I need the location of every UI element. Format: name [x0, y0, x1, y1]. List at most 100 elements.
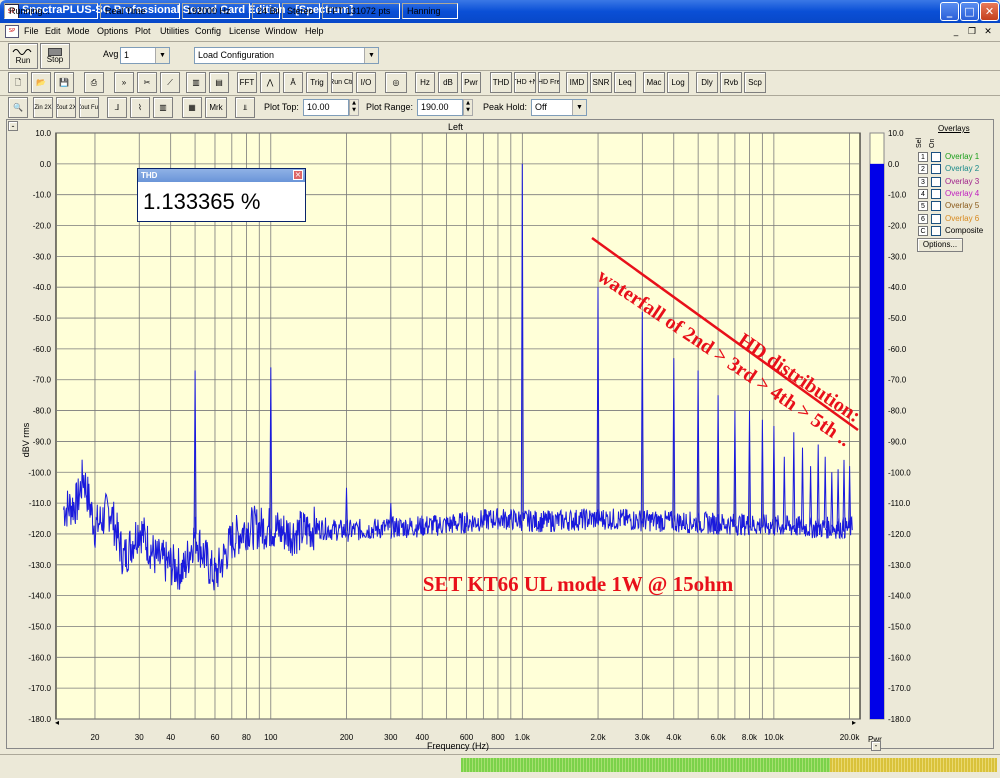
right-tick-label: -60.0	[888, 345, 907, 354]
right-tick-label: -120.0	[888, 530, 911, 539]
overlays-title: Overlays	[938, 124, 970, 133]
x-tick-label: 40	[166, 733, 175, 742]
x-tick-label: 30	[135, 733, 144, 742]
right-tick-labels: 10.0 0.0 -10.0 -20.0 -30.0 -40.0 -50.0 -60.0 -70…	[888, 129, 911, 724]
x-tick-label: 10.0k	[764, 733, 785, 742]
scroll-right-icon: ▸	[852, 718, 856, 727]
x-tick-label: 60	[211, 733, 220, 742]
y-tick-label: 0.0	[40, 160, 52, 169]
options-label: Options...	[922, 240, 958, 249]
thd-caption: THD	[138, 169, 305, 182]
status-fft: FFT 131072 pts	[322, 3, 400, 19]
right-tick-label: 0.0	[888, 160, 900, 169]
y-tick-label: -150.0	[28, 622, 51, 631]
right-tick-label: -80.0	[888, 407, 907, 416]
x-tick-label: 6.0k	[710, 733, 726, 742]
right-tick-label: -150.0	[888, 622, 911, 631]
overlay-label-6: Overlay 6	[945, 213, 980, 223]
sel-label: Sel	[916, 137, 923, 148]
x-tick-label: 20	[91, 733, 100, 742]
y-tick-label: -160.0	[28, 653, 51, 662]
input-level-meter-peak	[830, 758, 997, 772]
y-tick-label: -90.0	[33, 437, 52, 446]
y-tick-label: -110.0	[29, 499, 52, 508]
overlay-select-2[interactable]: 2	[918, 164, 928, 175]
x-tick-label: 8.0k	[742, 733, 758, 742]
overlay-select-6[interactable]: 6	[918, 213, 928, 224]
x-tick-label: 20.0k	[840, 733, 861, 742]
status-window: Hanning	[402, 3, 458, 19]
right-tick-label: -90.0	[888, 437, 907, 446]
right-tick-label: -130.0	[888, 561, 911, 570]
overlay-label-C: Composite	[945, 225, 984, 235]
overlay-checkbox-4[interactable]	[931, 188, 941, 199]
y-tick-label: -140.0	[28, 592, 51, 601]
right-tick-label: -10.0	[888, 191, 907, 200]
y-tick-labels: 10.0 0.0 -10.0 -20.0 -30.0 -40.0 -50.0 -60.0 -70…	[28, 129, 51, 724]
overlay-label-4: Overlay 4	[945, 188, 980, 198]
y-tick-label: -20.0	[33, 222, 52, 231]
x-tick-label: 80	[242, 733, 251, 742]
status-channels: Stereo	[282, 3, 320, 19]
scroll-left-icon: ◂	[55, 718, 59, 727]
overlay-checkbox-3[interactable]	[931, 176, 941, 187]
x-tick-label: 200	[340, 733, 354, 742]
spectraplus-window: SP SpectraPLUS-SC Professional Sound Car…	[0, 0, 1000, 778]
overlay-select-3[interactable]: 3	[918, 176, 928, 187]
overlay-select-5[interactable]: 5	[918, 201, 928, 212]
pwr-meter-fill	[870, 163, 884, 719]
thd-value: 1.133365 %	[143, 189, 261, 214]
y-tick-label: -30.0	[33, 252, 52, 261]
right-tick-label: -170.0	[888, 684, 911, 693]
y-tick-label: -170.0	[28, 684, 51, 693]
status-mode: Real Time	[100, 3, 180, 19]
y-tick-label: -50.0	[33, 314, 52, 323]
right-tick-label: -160.0	[888, 653, 911, 662]
y-tick-label: -10.0	[33, 191, 52, 200]
overlay-label-1: Overlay 1	[945, 152, 980, 161]
right-tick-label: -180.0	[888, 715, 911, 724]
overlay-checkbox-C[interactable]	[931, 225, 941, 236]
collapse-button[interactable]: -	[871, 741, 881, 751]
y-tick-label: -120.0	[28, 530, 51, 539]
right-tick-label: -50.0	[888, 314, 907, 323]
caption-annotation: SET KT66 UL mode 1W @ 15ohm	[423, 572, 734, 596]
right-tick-label: -40.0	[888, 283, 907, 292]
thd-readout-window[interactable]: THD × 1.133365 %	[137, 168, 306, 222]
status-rate: 192000 Hz	[182, 3, 250, 19]
right-tick-label: -30.0	[888, 252, 907, 261]
y-tick-label: -130.0	[28, 561, 51, 570]
y-tick-label: -80.0	[33, 407, 52, 416]
x-axis-label: Frequency (Hz)	[427, 741, 489, 751]
overlay-label-2: Overlay 2	[945, 164, 980, 174]
overlay-select-4[interactable]: 4	[918, 188, 928, 199]
y-tick-label: -70.0	[33, 376, 52, 385]
overlay-checkbox-6[interactable]	[931, 213, 941, 224]
overlay-label-5: Overlay 5	[945, 201, 980, 211]
overlay-checkbox-1[interactable]	[931, 152, 941, 162]
spectrum-chart[interactable]: 10.00.0-10.0-20.0-30.0-40.0-50.0-60.0-70…	[0, 0, 1000, 778]
close-icon[interactable]: ×	[293, 170, 303, 180]
x-tick-label: 300	[384, 733, 398, 742]
y-axis-label: dBV rms	[21, 422, 31, 457]
x-tick-label: 1.0k	[515, 733, 531, 742]
y-tick-label: -60.0	[33, 345, 52, 354]
overlay-checkbox-5[interactable]	[931, 201, 941, 212]
status-state: Running...	[4, 3, 98, 19]
overlay-select-1[interactable]: 1	[918, 152, 928, 162]
overlay-select-C[interactable]: C	[918, 225, 928, 236]
y-tick-label: 10.0	[35, 129, 51, 138]
overlay-checkbox-2[interactable]	[931, 164, 941, 175]
status-bits: 24 Bit	[252, 3, 280, 19]
right-tick-label: -70.0	[888, 376, 907, 385]
right-tick-label: -140.0	[888, 592, 911, 601]
y-tick-label: -180.0	[28, 715, 51, 724]
x-tick-label: 800	[491, 733, 505, 742]
right-tick-label: 10.0	[888, 129, 904, 138]
x-tick-label: 100	[264, 733, 278, 742]
right-tick-label: -20.0	[888, 222, 907, 231]
overlay-label-3: Overlay 3	[945, 176, 980, 186]
overlay-options-button[interactable]: Options...	[917, 238, 963, 252]
x-tick-label: 2.0k	[590, 733, 606, 742]
y-tick-label: -40.0	[33, 283, 52, 292]
